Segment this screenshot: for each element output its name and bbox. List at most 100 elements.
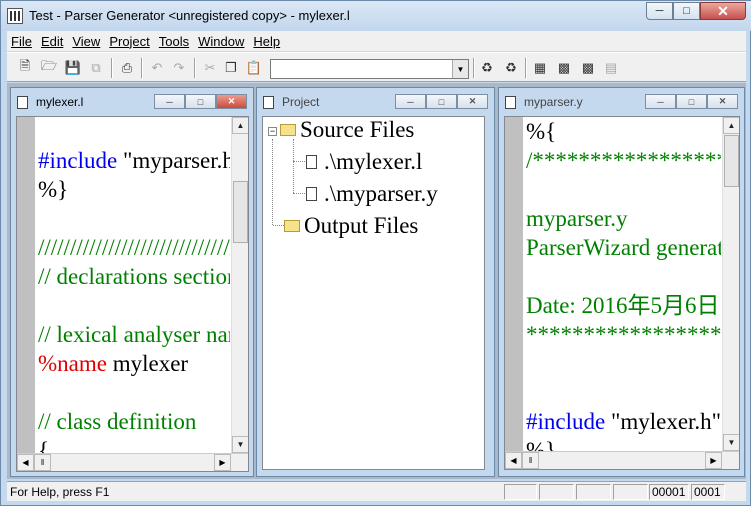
code-line[interactable]: /*************************** bbox=[526, 146, 721, 175]
code-line[interactable]: %{ bbox=[526, 117, 721, 146]
close-button[interactable]: ✕ bbox=[700, 2, 746, 20]
project-close-button[interactable]: ✕ bbox=[457, 94, 488, 109]
parser-horizontal-scrollbar[interactable]: ◀ ‖ ▶ bbox=[505, 451, 739, 469]
scroll-thumb[interactable] bbox=[233, 181, 248, 243]
status-panel bbox=[613, 484, 648, 500]
lexer-restore-button[interactable]: □ bbox=[185, 94, 216, 109]
minimize-button[interactable]: ─ bbox=[646, 2, 673, 20]
code-line[interactable]: // declarations section bbox=[38, 262, 230, 291]
menu-view[interactable]: View bbox=[68, 34, 105, 49]
save-all-icon[interactable]: ⧉ bbox=[86, 58, 106, 78]
open-folder-icon[interactable]: 🗁 bbox=[39, 58, 59, 78]
tree-node-output-files[interactable]: Output Files bbox=[284, 213, 418, 239]
code-line[interactable] bbox=[38, 378, 230, 407]
code-line[interactable] bbox=[526, 378, 721, 407]
menu-bar: File Edit View Project Tools Window Help bbox=[7, 31, 746, 51]
scroll-up-icon[interactable]: ▲ bbox=[723, 117, 739, 134]
code-line[interactable]: #include "mylexer.h" bbox=[526, 407, 721, 436]
collapse-icon[interactable]: − bbox=[268, 127, 277, 136]
code-line[interactable]: ////////////////////////////////////////… bbox=[38, 233, 230, 262]
code-line[interactable]: %} bbox=[38, 175, 230, 204]
new-file-icon[interactable]: 🗎 bbox=[15, 58, 35, 78]
code-line[interactable] bbox=[526, 175, 721, 204]
scroll-thumb-horizontal[interactable]: ‖ bbox=[34, 454, 51, 471]
save-icon[interactable]: 💾 bbox=[63, 58, 83, 78]
code-line[interactable]: myparser.y bbox=[526, 204, 721, 233]
scroll-down-icon[interactable]: ▼ bbox=[232, 436, 248, 453]
print-icon[interactable]: ⎙ bbox=[117, 58, 137, 78]
code-line[interactable]: %name mylexer bbox=[38, 349, 230, 378]
menu-window[interactable]: Window bbox=[194, 34, 249, 49]
find-next-icon[interactable]: ♻ bbox=[501, 58, 521, 78]
code-line[interactable]: // class definition bbox=[38, 407, 230, 436]
find-icon[interactable]: ♻ bbox=[477, 58, 497, 78]
scroll-right-icon[interactable]: ▶ bbox=[214, 454, 231, 471]
code-line[interactable] bbox=[38, 204, 230, 233]
cut-icon[interactable]: ✂ bbox=[200, 58, 220, 78]
code-line[interactable]: ParserWizard generated bbox=[526, 233, 721, 262]
build-icon[interactable]: ▦ bbox=[530, 58, 550, 78]
project-restore-button[interactable]: □ bbox=[426, 94, 457, 109]
code-token: *************************** bbox=[526, 322, 721, 347]
editor-margin bbox=[505, 117, 523, 469]
compile-icon[interactable]: ▩ bbox=[554, 58, 574, 78]
code-line[interactable]: { bbox=[38, 436, 230, 453]
parser-code-text[interactable]: %{/*************************** myparser.y… bbox=[526, 117, 721, 451]
parser-window-titlebar[interactable]: myparser.y ─ □ ✕ bbox=[499, 88, 744, 114]
code-line[interactable]: Date: 2016年5月6日 bbox=[526, 291, 721, 320]
code-line[interactable] bbox=[526, 262, 721, 291]
lexer-code-editor[interactable]: #include "myparser.h"%} /////////////////… bbox=[16, 116, 249, 472]
code-line[interactable] bbox=[38, 291, 230, 320]
project-window-titlebar[interactable]: Project ─ □ ✕ bbox=[257, 88, 494, 114]
main-window: Test - Parser Generator <unregistered co… bbox=[0, 0, 751, 506]
maximize-button[interactable]: □ bbox=[673, 2, 700, 20]
parser-vertical-scrollbar[interactable]: ▲ ▼ bbox=[722, 117, 739, 451]
tree-node-source-files[interactable]: Source Files bbox=[280, 117, 414, 143]
menu-edit[interactable]: Edit bbox=[37, 34, 68, 49]
project-minimize-button[interactable]: ─ bbox=[395, 94, 426, 109]
lexer-code-text[interactable]: #include "myparser.h"%} /////////////////… bbox=[38, 117, 230, 453]
scroll-thumb-horizontal[interactable]: ‖ bbox=[522, 452, 539, 469]
lexer-vertical-scrollbar[interactable]: ▲ ▼ bbox=[231, 117, 248, 453]
tree-node-file[interactable]: .\mylexer.l bbox=[306, 149, 422, 175]
copy-icon[interactable]: ❐ bbox=[221, 58, 241, 78]
scroll-right-icon[interactable]: ▶ bbox=[705, 452, 722, 469]
find-combobox[interactable]: ▼ bbox=[270, 59, 469, 79]
lexer-window-titlebar[interactable]: mylexer.l ─ □ ✕ bbox=[11, 88, 253, 114]
parser-minimize-button[interactable]: ─ bbox=[645, 94, 676, 109]
paste-icon[interactable]: 📋 bbox=[244, 58, 264, 78]
menu-help[interactable]: Help bbox=[249, 34, 285, 49]
menu-project[interactable]: Project bbox=[105, 34, 154, 49]
undo-icon[interactable]: ↶ bbox=[147, 58, 167, 78]
scroll-left-icon[interactable]: ◀ bbox=[505, 452, 522, 469]
chevron-down-icon[interactable]: ▼ bbox=[452, 60, 468, 78]
scroll-thumb[interactable] bbox=[724, 135, 739, 187]
tree-node-file[interactable]: .\myparser.y bbox=[306, 181, 438, 207]
parser-code-editor[interactable]: %{/*************************** myparser.y… bbox=[504, 116, 740, 470]
lexer-minimize-button[interactable]: ─ bbox=[154, 94, 185, 109]
scroll-down-icon[interactable]: ▼ bbox=[723, 434, 739, 451]
menu-file[interactable]: File bbox=[7, 34, 37, 49]
parser-close-button[interactable]: ✕ bbox=[707, 94, 738, 109]
lexer-close-button[interactable]: ✕ bbox=[216, 94, 247, 109]
document-icon bbox=[17, 96, 28, 109]
app-icon[interactable] bbox=[7, 8, 23, 24]
code-token: { bbox=[38, 438, 50, 453]
parser-restore-button[interactable]: □ bbox=[676, 94, 707, 109]
code-line[interactable] bbox=[526, 349, 721, 378]
stop-build-icon[interactable]: ▤ bbox=[601, 58, 621, 78]
file-icon bbox=[306, 187, 317, 201]
rebuild-icon[interactable]: ▩ bbox=[578, 58, 598, 78]
code-line[interactable]: *************************** bbox=[526, 320, 721, 349]
scroll-up-icon[interactable]: ▲ bbox=[232, 117, 248, 134]
code-line[interactable] bbox=[38, 117, 230, 146]
code-line[interactable]: #include "myparser.h" bbox=[38, 146, 230, 175]
lexer-horizontal-scrollbar[interactable]: ◀ ‖ ▶ bbox=[17, 453, 248, 471]
title-bar[interactable]: Test - Parser Generator <unregistered co… bbox=[1, 1, 751, 31]
project-tree[interactable]: − Source Files .\mylexer.l .\myparser.y … bbox=[262, 116, 485, 470]
code-line[interactable]: // lexical analyser name bbox=[38, 320, 230, 349]
scroll-left-icon[interactable]: ◀ bbox=[17, 454, 34, 471]
code-line[interactable]: %} bbox=[526, 436, 721, 451]
redo-icon[interactable]: ↷ bbox=[169, 58, 189, 78]
menu-tools[interactable]: Tools bbox=[155, 34, 194, 49]
